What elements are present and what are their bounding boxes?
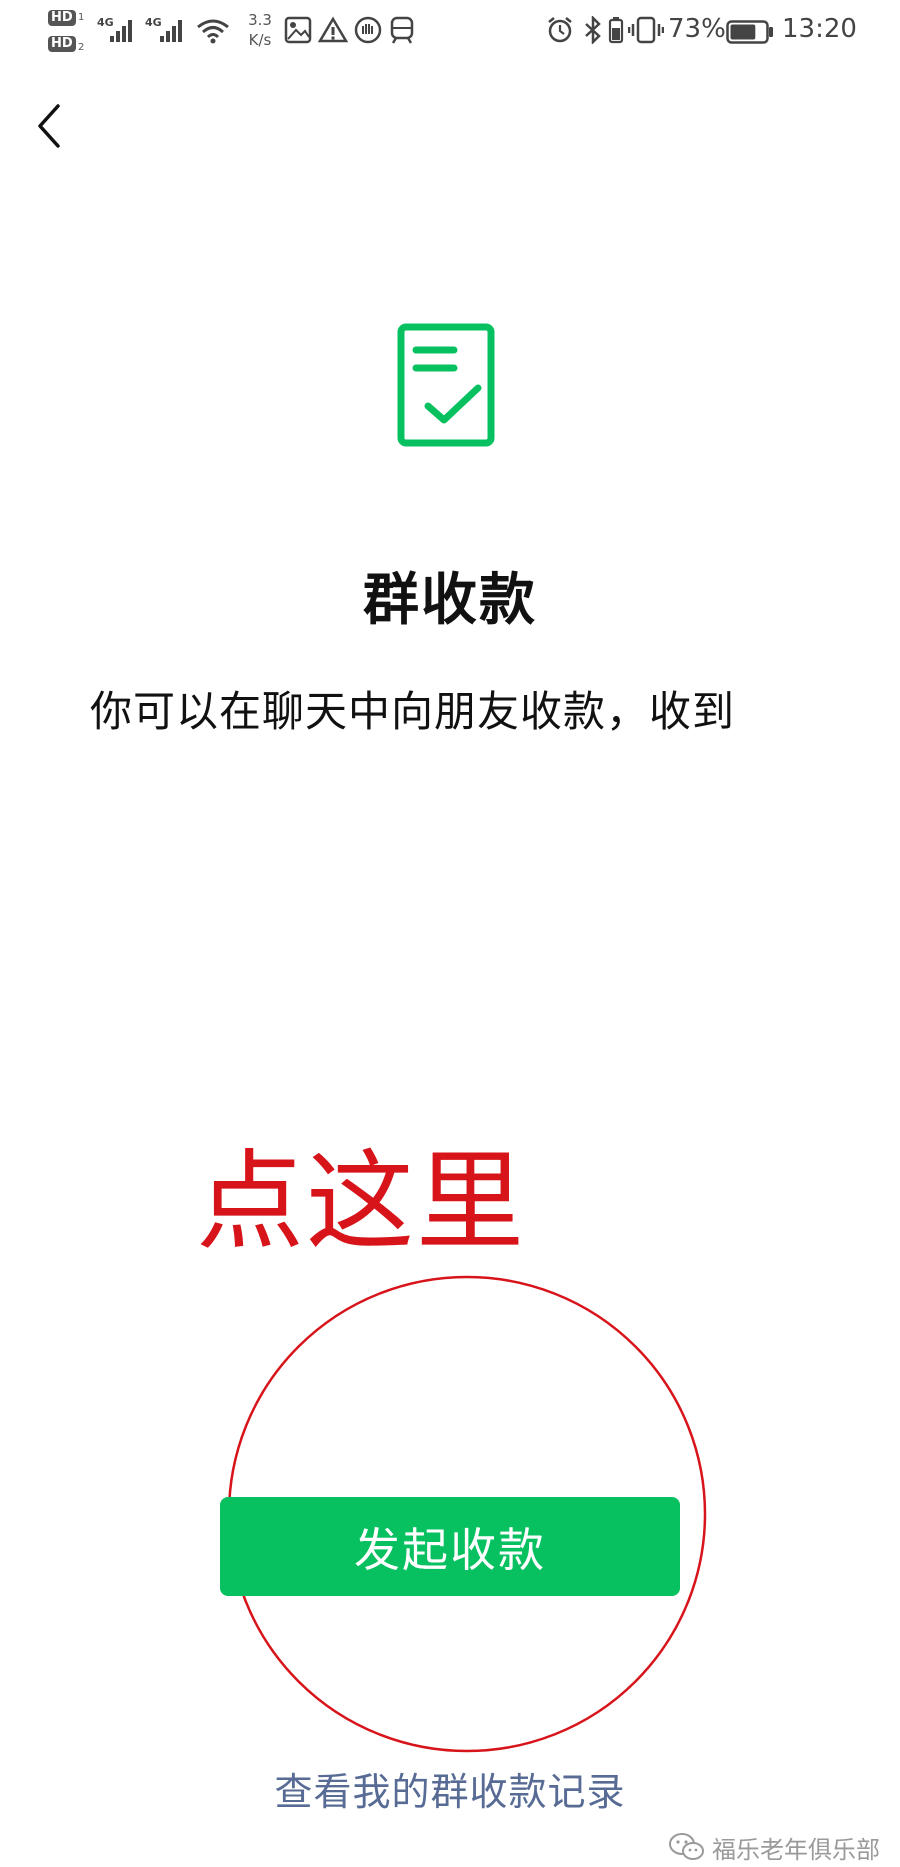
battery-icon [726,20,773,44]
clock: 13:20 [782,14,857,44]
back-button[interactable] [26,96,76,156]
document-check-icon [397,323,495,447]
annotation-text: 点这里 [196,1140,527,1265]
hd1-badge: HD [48,10,76,26]
battery-percent: 73% [668,14,726,44]
warning-icon [318,16,348,43]
start-collection-button[interactable]: 发起收款 [220,1497,680,1596]
network-speed: 3.3 K/s [240,10,280,50]
hd1-sub: 1 [78,12,85,23]
hd2-sub: 2 [78,42,85,53]
signal-1-icon [110,20,132,42]
view-records-link[interactable]: 查看我的群收款记录 [0,1761,900,1816]
hd2-badge: HD [48,36,76,52]
image-icon [284,16,312,44]
speed-unit: K/s [248,31,272,49]
hd-indicators: HD 1 HD 2 [48,8,92,56]
chevron-left-icon [38,104,60,148]
speed-value: 3.3 [248,11,272,29]
description-text: 你可以在聊天中向朋友收款，收到 [90,687,736,736]
watermark: 福乐老年俱乐部 [668,1830,880,1864]
wechat-icon [669,1833,704,1860]
bluetooth-icon [585,16,601,44]
vibrate-icon [628,16,664,44]
alarm-icon [548,17,572,43]
signal-2-icon [160,20,182,42]
watermark-text: 福乐老年俱乐部 [712,1835,880,1864]
battery-saver-icon [608,17,624,44]
train-icon [390,16,414,44]
status-bar: HD 1 HD 2 4G 4G 3.3 K/s 73% 13:20 [0,0,900,64]
wifi-icon [197,19,229,44]
page-title: 群收款 [363,568,537,633]
hand-icon [354,16,382,44]
start-collection-label: 发起收款 [354,1522,546,1577]
